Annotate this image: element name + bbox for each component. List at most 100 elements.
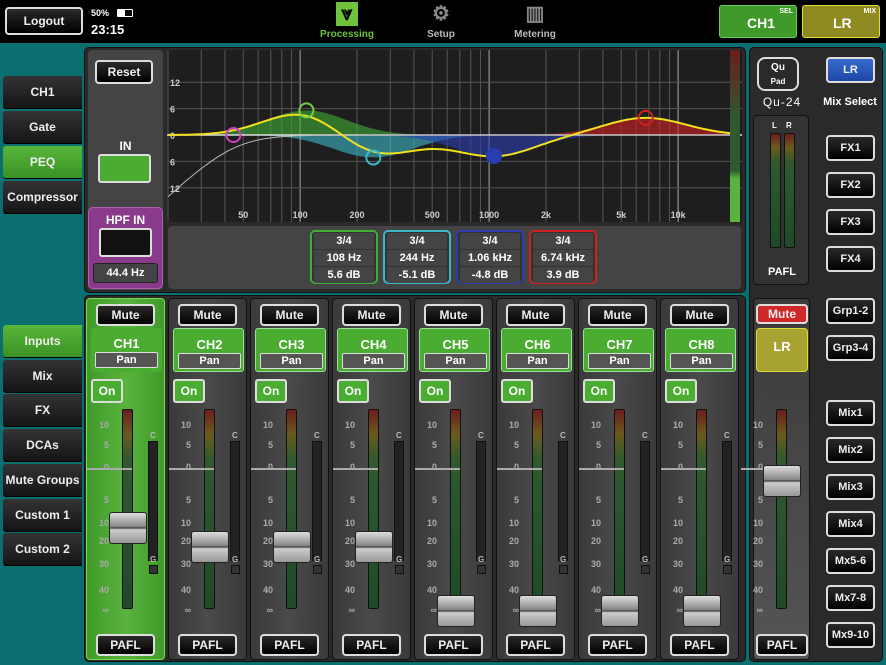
band-q[interactable]: 3/4 <box>314 233 374 249</box>
fader-handle[interactable] <box>109 511 147 544</box>
layer-tab-inputs[interactable]: Inputs <box>3 325 82 358</box>
band-q[interactable]: 3/4 <box>387 233 447 249</box>
layer-tab-fx[interactable]: FX <box>3 394 82 428</box>
layer-tab-mix[interactable]: Mix <box>3 359 82 393</box>
band-gain[interactable]: -5.1 dB <box>387 267 447 283</box>
mute-button[interactable]: Mute <box>96 304 155 326</box>
band-2-values[interactable]: 3/4 244 Hz -5.1 dB <box>383 230 451 284</box>
pafl-button[interactable]: PAFL <box>588 634 647 656</box>
mix-button-fx4[interactable]: FX4 <box>826 246 875 272</box>
band-q[interactable]: 3/4 <box>533 233 593 249</box>
pafl-button[interactable]: PAFL <box>670 634 729 656</box>
reset-button[interactable]: Reset <box>95 60 153 84</box>
mix-button-mx9-10[interactable]: Mx9-10 <box>826 622 875 648</box>
fader-handle[interactable] <box>601 595 639 627</box>
pan-control[interactable]: Pan <box>670 353 733 369</box>
mute-button[interactable]: Mute <box>424 304 483 326</box>
on-button[interactable]: On <box>583 379 615 403</box>
pafl-button[interactable]: PAFL <box>260 634 319 656</box>
nav-metering[interactable]: ▥ Metering <box>500 2 570 40</box>
tab-ch1[interactable]: CH1 <box>3 76 82 109</box>
channel-select-button[interactable]: CH4 Pan <box>337 328 408 372</box>
band-3-values[interactable]: 3/4 1.06 kHz -4.8 dB <box>456 230 524 284</box>
pafl-button[interactable]: PAFL <box>178 634 237 656</box>
pan-control[interactable]: Pan <box>95 352 158 368</box>
pafl-button[interactable]: PAFL <box>96 634 155 656</box>
peq-in-toggle[interactable] <box>98 154 151 183</box>
on-button[interactable]: On <box>173 379 205 403</box>
fader-handle[interactable] <box>519 595 557 627</box>
pafl-button[interactable]: PAFL <box>424 634 483 656</box>
hpf-frequency[interactable]: 44.4 Hz <box>93 263 158 283</box>
mute-button[interactable]: Mute <box>342 304 401 326</box>
eq-graph[interactable]: 12 6 0 6 12 50 100 200 500 1000 2k 5k 10k <box>167 50 742 222</box>
pan-control[interactable]: Pan <box>260 353 323 369</box>
channel-select-button[interactable]: CH2 Pan <box>173 328 244 372</box>
on-button[interactable]: On <box>91 379 123 403</box>
pan-control[interactable]: Pan <box>342 353 405 369</box>
band-q[interactable]: 3/4 <box>460 233 520 249</box>
band-3-handle[interactable] <box>485 148 502 165</box>
sel-channel-button[interactable]: CH1 SEL <box>719 5 797 38</box>
mix-select-indicator[interactable]: LR MIX <box>802 5 880 38</box>
mix-button-grp3-4[interactable]: Grp3-4 <box>826 335 875 361</box>
fader-handle[interactable] <box>763 465 801 498</box>
tab-peq[interactable]: PEQ <box>3 146 82 179</box>
layer-tab-mute-groups[interactable]: Mute Groups <box>3 463 82 497</box>
on-button[interactable]: On <box>665 379 697 403</box>
on-button[interactable]: On <box>255 379 287 403</box>
band-gain[interactable]: 5.6 dB <box>314 267 374 283</box>
channel-select-button[interactable]: CH1 Pan <box>91 328 162 372</box>
mix-button-fx1[interactable]: FX1 <box>826 135 875 161</box>
hpf-in-toggle[interactable] <box>99 228 152 257</box>
mute-button[interactable]: Mute <box>670 304 729 326</box>
nav-processing[interactable]: ⩔ Processing <box>312 2 382 40</box>
fader-handle[interactable] <box>191 530 229 563</box>
pan-control[interactable]: Pan <box>506 353 569 369</box>
master-pafl-button[interactable]: PAFL <box>756 634 808 656</box>
fader-handle[interactable] <box>273 530 311 563</box>
mix-button-mx7-8[interactable]: Mx7-8 <box>826 585 875 611</box>
master-name[interactable]: LR <box>756 328 808 372</box>
band-gain[interactable]: -4.8 dB <box>460 267 520 283</box>
channel-select-button[interactable]: CH8 Pan <box>665 328 736 372</box>
fader-handle[interactable] <box>683 595 721 627</box>
layer-tab-dcas[interactable]: DCAs <box>3 429 82 463</box>
channel-select-button[interactable]: CH6 Pan <box>501 328 572 372</box>
layer-tab-custom-1[interactable]: Custom 1 <box>3 498 82 532</box>
pan-control[interactable]: Pan <box>588 353 651 369</box>
fader-handle[interactable] <box>437 595 475 627</box>
mute-button[interactable]: Mute <box>506 304 565 326</box>
on-button[interactable]: On <box>337 379 369 403</box>
mix-select-lr-button[interactable]: LR <box>826 57 875 83</box>
master-meter-pafl[interactable]: PAFL <box>754 266 810 278</box>
mix-button-mix4[interactable]: Mix4 <box>826 511 875 537</box>
mix-button-mx5-6[interactable]: Mx5-6 <box>826 548 875 574</box>
mute-button[interactable]: Mute <box>178 304 237 326</box>
nav-setup[interactable]: ⚙ Setup <box>406 2 476 40</box>
mix-button-mix2[interactable]: Mix2 <box>826 437 875 463</box>
mix-button-grp1-2[interactable]: Grp1-2 <box>826 298 875 324</box>
layer-tab-custom-2[interactable]: Custom 2 <box>3 533 82 567</box>
logout-button[interactable]: Logout <box>5 7 83 35</box>
channel-select-button[interactable]: CH3 Pan <box>255 328 326 372</box>
band-gain[interactable]: 3.9 dB <box>533 267 593 283</box>
channel-select-button[interactable]: CH5 Pan <box>419 328 490 372</box>
band-4-values[interactable]: 3/4 6.74 kHz 3.9 dB <box>529 230 597 284</box>
pafl-button[interactable]: PAFL <box>342 634 401 656</box>
band-freq[interactable]: 108 Hz <box>314 250 374 266</box>
channel-select-button[interactable]: CH7 Pan <box>583 328 654 372</box>
mix-button-fx2[interactable]: FX2 <box>826 172 875 198</box>
pan-control[interactable]: Pan <box>424 353 487 369</box>
on-button[interactable]: On <box>419 379 451 403</box>
master-mute-button[interactable]: Mute <box>756 304 808 324</box>
mute-button[interactable]: Mute <box>260 304 319 326</box>
mix-button-fx3[interactable]: FX3 <box>826 209 875 235</box>
pan-control[interactable]: Pan <box>178 353 241 369</box>
band-freq[interactable]: 1.06 kHz <box>460 250 520 266</box>
on-button[interactable]: On <box>501 379 533 403</box>
tab-compressor[interactable]: Compressor <box>3 181 82 214</box>
band-freq[interactable]: 6.74 kHz <box>533 250 593 266</box>
band-freq[interactable]: 244 Hz <box>387 250 447 266</box>
mix-button-mix3[interactable]: Mix3 <box>826 474 875 500</box>
